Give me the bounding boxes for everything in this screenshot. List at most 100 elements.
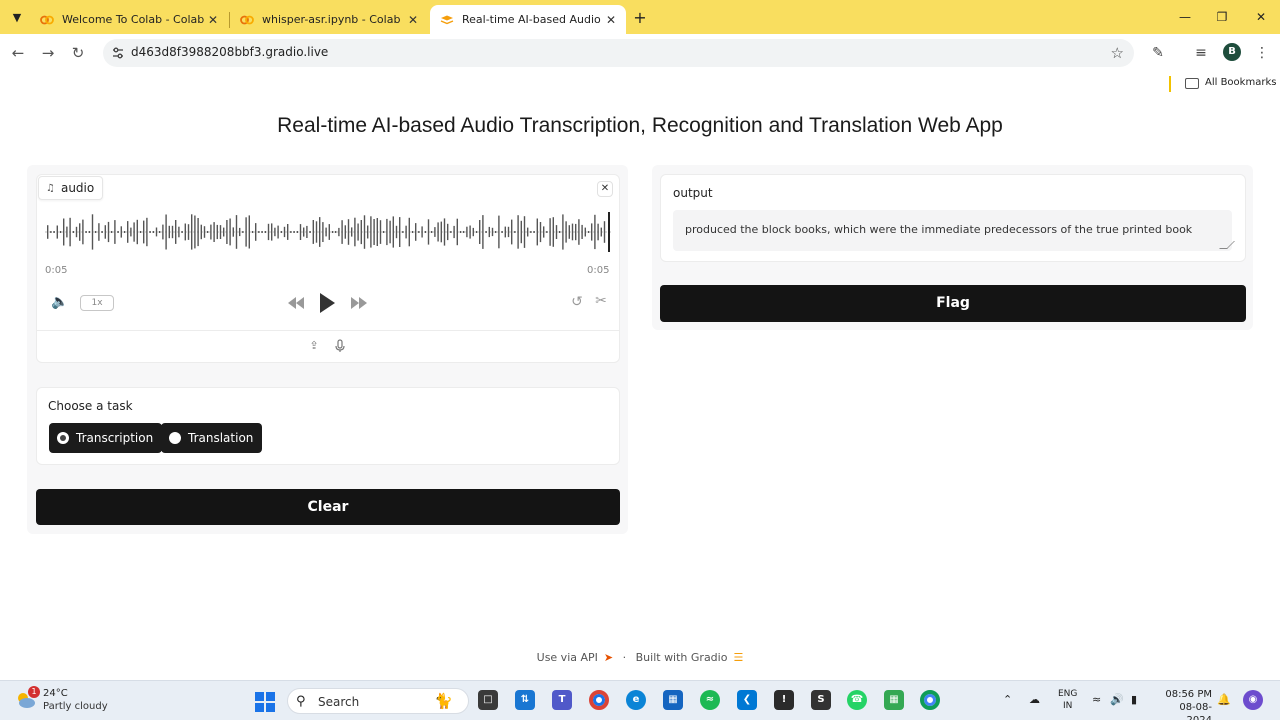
tab-search-button[interactable]: ▼ (6, 7, 28, 27)
clock-date: 08-08-2024 (1179, 702, 1212, 720)
footer-separator: · (622, 651, 627, 664)
media-controls-icon[interactable]: ≡ (1192, 44, 1210, 62)
undo-icon: ↺ (571, 294, 583, 310)
spotify-icon[interactable]: ≈ (700, 690, 720, 710)
waveform-bar (472, 227, 474, 237)
reload-button[interactable]: ↻ (68, 43, 88, 63)
onedrive-icon[interactable]: ☁ (1029, 693, 1040, 706)
whatsapp-icon[interactable]: ☎ (847, 690, 867, 710)
waveform-bar (213, 222, 215, 242)
back-button[interactable]: ← (8, 43, 28, 63)
chevron-down-icon: ▼ (12, 10, 22, 24)
copilot-icon[interactable]: ◉ (1243, 690, 1263, 710)
windows-start-icon[interactable] (255, 692, 275, 712)
waveform-bar (581, 224, 583, 239)
waveform-bar (335, 231, 337, 233)
close-icon[interactable]: ✕ (206, 13, 220, 27)
profile-avatar[interactable]: B (1223, 43, 1241, 61)
tab-title: Real-time AI-based Audio Trans (462, 13, 604, 26)
close-icon[interactable]: ✕ (406, 13, 420, 27)
waveform-bar (159, 231, 161, 233)
waveform-bar (459, 231, 462, 233)
all-bookmarks-link[interactable]: All Bookmarks (1205, 77, 1276, 88)
skip-forward-button[interactable] (349, 295, 369, 311)
app-store-icon[interactable]: ⇅ (515, 690, 535, 710)
sheets-icon[interactable]: ▦ (884, 690, 904, 710)
teams-icon[interactable]: T (552, 690, 572, 710)
extensions-icon[interactable]: ✎ (1149, 44, 1167, 62)
built-with-gradio-link[interactable]: Built with Gradio (636, 651, 728, 664)
radio-transcription[interactable]: Transcription (49, 423, 163, 453)
waveform-bar (229, 218, 231, 246)
waveform-bar (165, 214, 167, 250)
tab-gradio-app[interactable]: Real-time AI-based Audio Trans ✕ (430, 5, 626, 34)
more-menu-icon[interactable]: ⋮ (1253, 44, 1271, 62)
close-window-button[interactable]: ✕ (1246, 6, 1276, 28)
system-clock[interactable]: 08:56 PM 08-08-2024 (1160, 688, 1212, 720)
tab-title: whisper-asr.ipynb - Colab (262, 13, 401, 26)
upload-icon[interactable]: ⇪ (307, 339, 321, 353)
forward-button[interactable]: → (38, 43, 58, 63)
weather-description: Partly cloudy (43, 701, 108, 712)
terminal-icon[interactable]: ! (774, 690, 794, 710)
bookmark-star-icon[interactable]: ☆ (1111, 44, 1124, 62)
waveform-bar (533, 231, 535, 233)
waveform-bar (290, 231, 292, 233)
edge-icon[interactable]: e (626, 690, 646, 710)
minimize-button[interactable]: — (1170, 6, 1200, 28)
waveform-bar (347, 219, 350, 245)
close-icon[interactable]: ✕ (604, 13, 618, 27)
use-via-api-link[interactable]: Use via API (537, 651, 598, 664)
clear-button[interactable]: Clear (36, 489, 620, 525)
address-bar[interactable]: d463d8f3988208bbf3.gradio.live ☆ (103, 39, 1134, 67)
waveform-bar (603, 221, 606, 243)
playback-speed-button[interactable]: 1x (80, 295, 114, 311)
trim-button[interactable]: ✂ (592, 293, 610, 309)
battery-icon[interactable]: ▮ (1131, 693, 1137, 706)
radio-translation[interactable]: Translation (161, 423, 263, 453)
waveform-bar (133, 222, 135, 242)
waveform-bar (91, 214, 94, 250)
waveform-bar (200, 224, 202, 240)
waveform-bar (319, 217, 321, 247)
audio-waveform[interactable] (45, 208, 611, 256)
vscode-icon[interactable]: ❮ (737, 690, 757, 710)
taskbar-search[interactable]: ⚲ Search 🐈 (287, 688, 469, 714)
chrome-icon[interactable] (589, 690, 609, 710)
browser-toolbar: ← → ↻ d463d8f3988208bbf3.gradio.live ☆ ✎… (0, 34, 1280, 72)
new-tab-button[interactable]: + (630, 8, 650, 28)
waveform-bar (469, 225, 471, 239)
scissors-icon: ✂ (595, 293, 607, 309)
show-hidden-icons[interactable]: ⌃ (1003, 693, 1012, 706)
waveform-bar (322, 222, 324, 242)
wifi-icon[interactable]: ≈ (1092, 693, 1101, 706)
waveform-bar (488, 226, 490, 238)
microsoft-store-icon[interactable]: ▦ (663, 690, 683, 710)
waveform-bar (591, 223, 593, 241)
waveform-bar (47, 225, 49, 239)
folder-icon[interactable] (1185, 78, 1199, 89)
notifications-bell-icon[interactable]: 🔔 (1217, 693, 1231, 706)
waveform-bar (223, 227, 225, 237)
waveform-bar (264, 231, 266, 233)
audio-current-time: 0:05 (45, 265, 68, 276)
language-indicator[interactable]: ENG IN (1058, 688, 1077, 712)
flag-button[interactable]: Flag (660, 285, 1246, 322)
file-explorer-icon[interactable]: □ (478, 690, 498, 710)
reset-button[interactable]: ↺ (568, 294, 586, 310)
tab-whisper-notebook[interactable]: whisper-asr.ipynb - Colab ✕ (230, 5, 428, 34)
waveform-bar (405, 225, 407, 239)
skip-backward-button[interactable] (286, 295, 306, 311)
app-s-icon[interactable]: S (811, 690, 831, 710)
notification-badge: 1 (28, 686, 40, 698)
chrome-profile-icon[interactable] (920, 690, 940, 710)
maximize-button[interactable]: ❐ (1207, 6, 1237, 28)
search-placeholder: Search (318, 695, 360, 709)
speaker-icon[interactable]: 🔊 (1110, 693, 1124, 706)
waveform-bar (392, 216, 394, 248)
volume-button[interactable]: 🔈 (50, 294, 70, 310)
play-button[interactable] (317, 292, 337, 314)
microphone-icon[interactable] (333, 339, 347, 353)
clear-audio-button[interactable]: ✕ (597, 181, 613, 197)
tab-welcome-colab[interactable]: Welcome To Colab - Colab ✕ (30, 5, 228, 34)
